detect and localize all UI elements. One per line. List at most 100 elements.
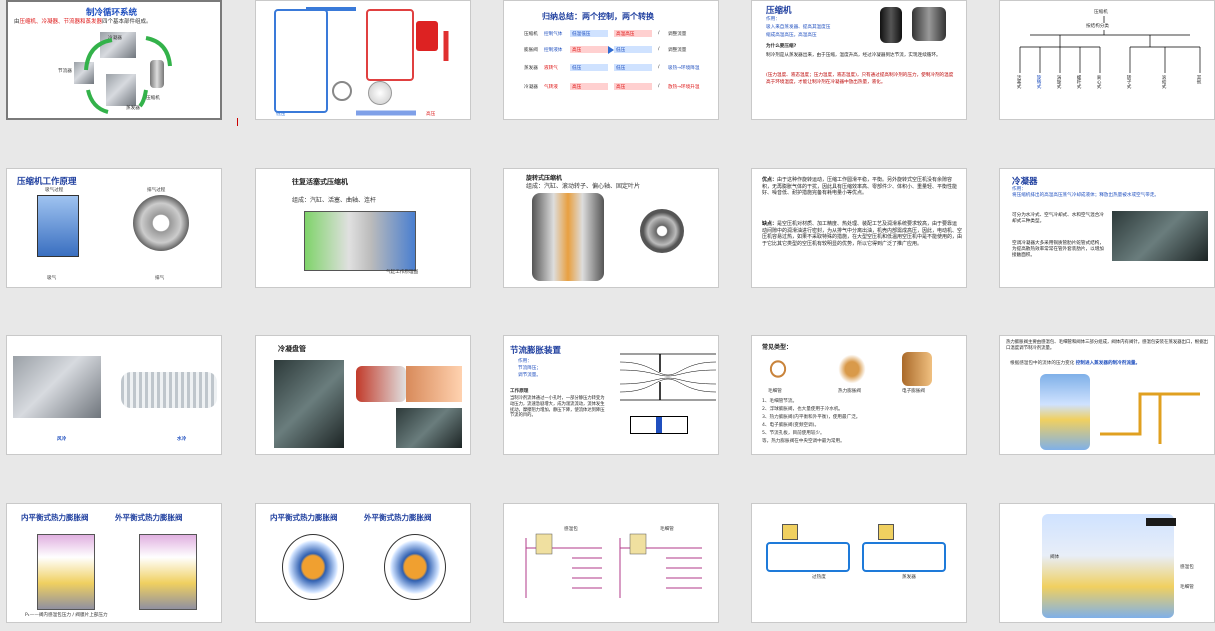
slide-thumbnail-2[interactable]: 低压 高压 (255, 0, 471, 120)
slide-thumbnail-1[interactable]: 制冷循环系统 由压缩机、冷凝器、节流器和蒸发器四个基本部件组成。 冷凝器 节流器… (6, 0, 222, 120)
external-valve-section (384, 534, 446, 600)
row-name: 压缩机 (524, 32, 538, 37)
fin-photo-b (396, 408, 462, 448)
slide-thumbnail-20[interactable]: 阀体 感温包 毛细管 (999, 503, 1215, 623)
row-sep: / (658, 31, 660, 36)
row-sep: / (658, 47, 660, 52)
valve-3d-illustration (1042, 514, 1174, 618)
leaf-4: 螺杆式 (1076, 75, 1081, 89)
row-to: 低压 (616, 66, 626, 71)
label-capillary: 毛细管 (1180, 585, 1194, 590)
rotary-section (640, 209, 684, 253)
slide-thumbnail-15[interactable]: 热力膨胀阀主要由感温包、毛细管和阀体三部分组成，阀体内有阀针。感温包安装在蒸发器… (999, 335, 1215, 455)
role-heading: 作用： (1012, 187, 1026, 192)
slide-subtitle: 组成：汽缸、滚动转子、偏心轴、固定叶片 (526, 183, 641, 190)
row-sep: / (658, 65, 660, 70)
label-bulb: 感温包 (1180, 565, 1194, 570)
row-name: 蒸发器 (524, 66, 538, 71)
slide-title: 往复活塞式压缩机 (292, 178, 348, 186)
list-line-4: 4、电子膨胀阀(变频空调)。 (762, 423, 820, 428)
row-to: 高压 (616, 85, 626, 90)
slide-thumbnail-5[interactable]: 压缩机 按结构分类 活塞式 旋转式 涡旋式 螺杆式 离心式 转子式 滚动式 其他 (999, 0, 1215, 120)
role-line-2: 缩成高温高压。高温高压 (766, 33, 817, 38)
leaf-1: 活塞式 (1016, 75, 1021, 89)
slide-thumbnail-13[interactable]: 节流膨胀装置 作用： 节流降压； 调节流量。 工作原理 当制冷剂流体通过一小孔时… (503, 335, 719, 455)
structure-text: 空调冷凝器大多采用铜质管肋片蛇管式结构，为提高散热效率常常在管外套装肋片，以增加… (1012, 241, 1104, 258)
slide-title-a: 内平衡式热力膨胀阀 (21, 513, 89, 522)
slide-subtitle: 由压缩机、冷凝器、节流器和蒸发器四个基本部件组成。 (14, 17, 152, 25)
label-body: 阀体 (1050, 555, 1060, 560)
summary-row-1: 压缩机 控制气体 低温低压 高温高压 / 调整流量 (524, 30, 714, 40)
slide-thumbnail-11[interactable]: 风冷 水冷 (6, 335, 222, 455)
row-note: 调整流量 (668, 32, 687, 37)
slide-thumbnail-19[interactable]: 过热度 蒸发器 (751, 503, 967, 623)
role-heading: 作用： (766, 17, 780, 22)
role-line-2: 调节流量。 (518, 373, 541, 378)
label-bulb: 感温包 (564, 527, 578, 532)
summary-highlight: 控制进入蒸发器的制冷剂流量。 (1075, 361, 1141, 366)
slide-subtitle: 组成：汽缸、活塞、曲轴、连杆 (292, 197, 377, 204)
list-line-5: 5、节流孔板，目前使用较少。 (762, 431, 825, 436)
summary-row-2: 膨胀阀 控制液体 高压 低压 / 调整流量 (524, 46, 714, 56)
row-ctrl: 控制液体 (544, 48, 563, 53)
label-box (1146, 518, 1176, 526)
subtitle-suffix: 四个基本部件组成。 (102, 19, 152, 25)
leaf-3: 涡旋式 (1056, 75, 1061, 89)
slide-title: 常见类型： (762, 344, 793, 351)
external-valve-diagram (139, 534, 197, 610)
slide-title-b: 外平衡式热力膨胀阀 (364, 513, 432, 522)
slide-thumbnail-17[interactable]: 内平衡式热力膨胀阀 外平衡式热力膨胀阀 (255, 503, 471, 623)
row-from: 低压 (572, 66, 582, 71)
principle-heading: 工作原理 (510, 389, 529, 394)
disadvantages-text: 缺点：是空压机对材质、加工精度、热处理、装配工艺及润滑系统要求较高，由于要靠运动… (762, 221, 962, 247)
evaporator-coil-a (766, 542, 850, 572)
row-ctrl: 液转气 (544, 66, 558, 71)
slide-thumbnail-6[interactable]: 压缩机工作原理 吸气过程 排气过程 吸气 排气 (6, 168, 222, 288)
slide-thumbnail-7[interactable]: 往复活塞式压缩机 组成：汽缸、活塞、曲轴、连杆 气缸工作原理图 (255, 168, 471, 288)
label-low: 低压 (276, 112, 286, 117)
slide-thumbnail-12[interactable]: 冷凝盘管 (255, 335, 471, 455)
list-line-6: 等，热力膨胀阀在中央空调中最为常用。 (762, 439, 845, 444)
electronic-valve-photo (902, 352, 932, 386)
slide-thumbnail-8[interactable]: 旋转式压缩机 组成：汽缸、滚动转子、偏心轴、固定叶片 (503, 168, 719, 288)
condenser-photo (1112, 211, 1208, 261)
slide-title: 冷凝盘管 (278, 345, 306, 353)
list-line-2: 2、浮球膨胀阀，也大量使用于冷水机。 (762, 407, 844, 412)
list-line-3: 3、热力膨胀阀(内平衡和外平衡)，使用最广泛。 (762, 415, 861, 420)
principle-text: 当制冷剂流体通过一小孔时，一部分静压力转变为动压力，流速急剧增大，成为湍流流动，… (510, 396, 605, 419)
summary-body: 根据感温包中的流体的压力变化 (1010, 361, 1075, 366)
disadvantages-heading: 缺点： (762, 221, 778, 227)
slide-thumbnail-16[interactable]: 内平衡式热力膨胀阀 外平衡式热力膨胀阀 P₁——阀内感温包压力 / 阀膜片上部压… (6, 503, 222, 623)
advantages-text: 优点：由于这种作旋转运动，压缩工作圆滑平稳，平衡。另外旋转式空压机没有余隙容积，… (762, 177, 962, 197)
slide-thumbnail-10[interactable]: 冷凝器 作用： 将压缩机排出的高温高压蒸气冷却成液体；释放出热量被水或空气带走。… (999, 168, 1215, 288)
valve-body (782, 524, 798, 540)
disadvantages-body: 是空压机对材质、加工精度、热处理、装配工艺及润滑系统要求较高，由于要靠运动间隙中… (762, 221, 963, 247)
rotary-cutaway (532, 193, 604, 281)
slide-thumbnail-18[interactable]: 感温包 毛细管 (503, 503, 719, 623)
piston-diagram (37, 195, 79, 257)
label-superheat: 过热度 (812, 575, 826, 580)
label-evaporator: 蒸发器 (902, 575, 916, 580)
valve-body-b (878, 524, 894, 540)
paragraph-2: (压力温度、液态温度；压力温度，液态温度)，只有通过提高制冷剂的压力，使制冷剂的… (766, 73, 954, 85)
label-intake-process: 吸气过程 (45, 188, 64, 193)
internal-valve-diagram (37, 534, 95, 610)
air-cooled-photo (13, 356, 101, 418)
internal-valve-section (282, 534, 344, 600)
slide-thumbnail-4[interactable]: 压缩机 作用： 吸入来自蒸发器、提高其温度压 缩成高温高压。高温高压 为什么要压… (751, 0, 967, 120)
role-heading: 作用： (518, 359, 532, 364)
caption: P₁——阀内感温包压力 / 阀膜片上部压力 (25, 613, 108, 618)
label-capillary: 毛细管 (660, 527, 674, 532)
summary-row-4: 冷凝器 气转液 高压 高压 / 放热→环境升温 (524, 83, 714, 93)
lead-text: 热力膨胀阀主要由感温包、毛细管和阀体三部分组成，阀体内有阀针。感温包安装在蒸发器… (1006, 340, 1208, 351)
item-capillary: 毛细管 (768, 389, 782, 394)
summary-text: 根据感温包中的流体的压力变化 控制进入蒸发器的制冷剂流量。 (1010, 360, 1140, 366)
item-thermal-valve: 热力膨胀阀 (838, 389, 861, 394)
slide-thumbnail-14[interactable]: 常见类型： 毛细管 热力膨胀阀 电子膨胀阀 1、毛细管节流。 2、浮球膨胀阀，也… (751, 335, 967, 455)
slide-thumbnail-3[interactable]: 归纳总结：两个控制，两个转换 压缩机 控制气体 低温低压 高温高压 / 调整流量… (503, 0, 719, 120)
row-to: 高温高压 (616, 32, 635, 37)
slide-title: 归纳总结：两个控制，两个转换 (542, 12, 654, 21)
row-to: 低压 (616, 48, 626, 53)
slide-thumbnail-9[interactable]: 优点：由于这种作旋转运动，压缩工作圆滑平稳，平衡。另外旋转式空压机没有余隙容积，… (751, 168, 967, 288)
valve-cutaway (1040, 374, 1090, 450)
